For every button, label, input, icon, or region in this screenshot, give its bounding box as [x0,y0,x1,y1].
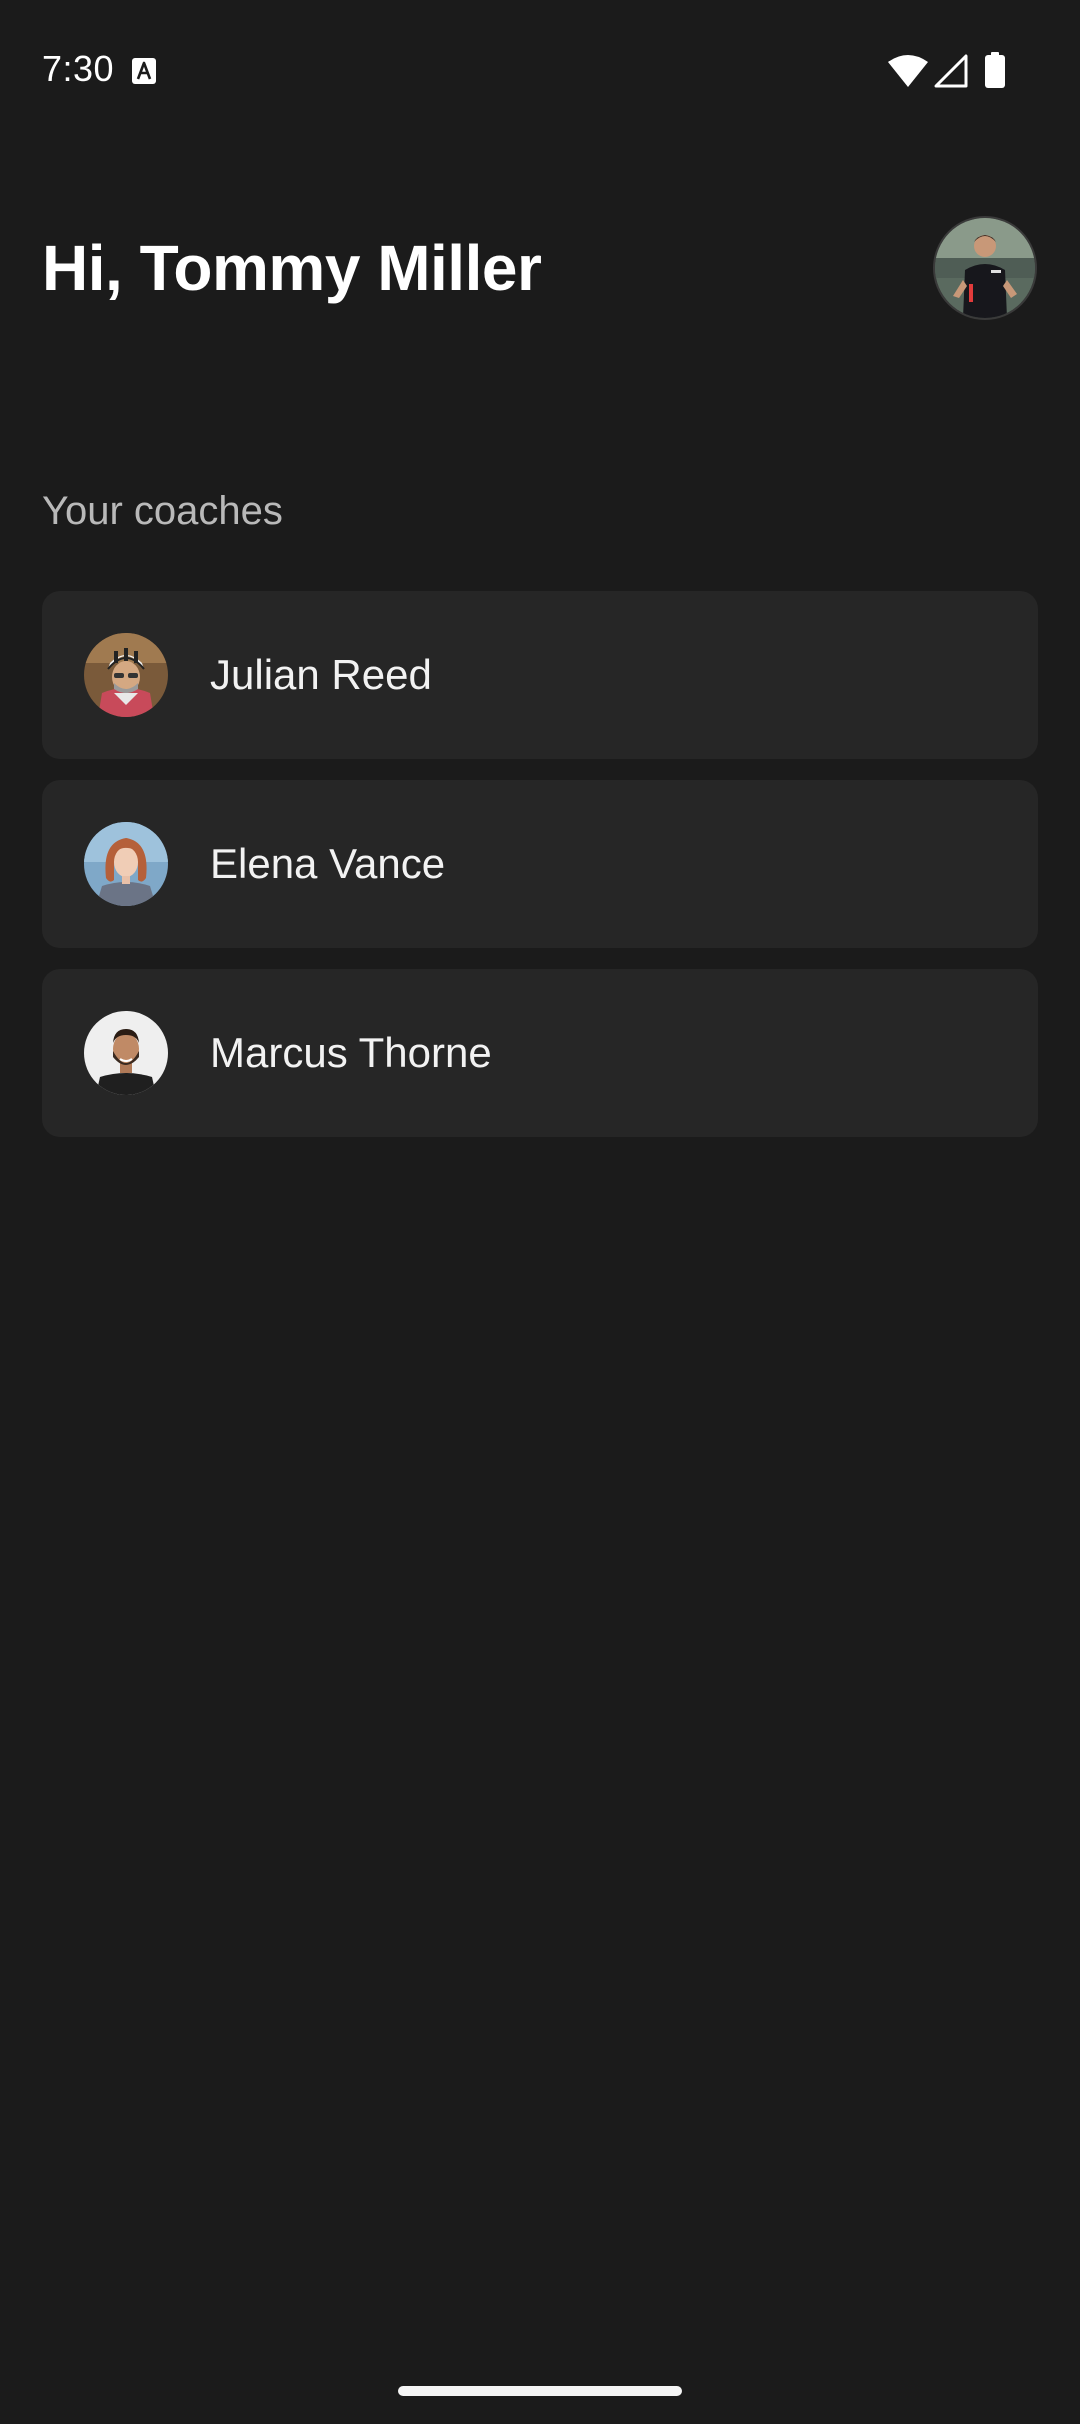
wifi-icon [888,55,928,87]
status-bar: 7:30 [0,0,1080,140]
coach-list: Julian Reed Elena Vance Marcus Thorne [42,591,1038,1158]
greeting-title: Hi, Tommy Miller [42,232,542,304]
signal-icon [934,54,968,88]
home-indicator[interactable] [398,2386,682,2396]
section-label-your-coaches: Your coaches [42,489,283,533]
coach-card-elena-vance[interactable]: Elena Vance [42,780,1038,948]
coach-avatar-helmet [84,633,168,717]
coach-avatar-beard [84,1011,168,1095]
profile-avatar[interactable] [933,216,1037,320]
coach-name: Julian Reed [210,651,432,698]
a-keyboard-icon [132,58,156,84]
coach-card-marcus-thorne[interactable]: Marcus Thorne [42,969,1038,1137]
coach-avatar-redhair [84,822,168,906]
coach-card-julian-reed[interactable]: Julian Reed [42,591,1038,759]
status-time: 7:30 [42,48,115,89]
battery-icon [985,52,1005,88]
coach-name: Marcus Thorne [210,1029,492,1076]
coach-name: Elena Vance [210,840,446,887]
